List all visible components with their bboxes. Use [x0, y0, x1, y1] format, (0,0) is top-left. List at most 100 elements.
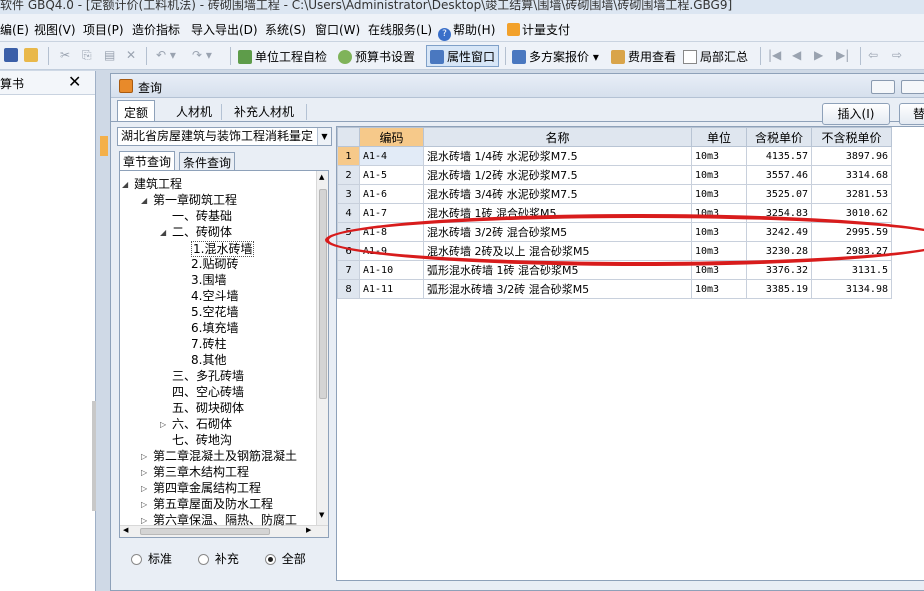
scroll-left-icon[interactable]: ◀ — [123, 526, 128, 534]
forward-icon[interactable]: ⇨ — [892, 48, 902, 64]
expand-icon[interactable]: ▷ — [141, 468, 147, 477]
maximize-button[interactable] — [901, 80, 924, 94]
multi-quote-button[interactable]: 多方案报价 ▾ — [512, 48, 599, 64]
tree-node[interactable]: 第二章混凝土及钢筋混凝土 — [153, 449, 297, 463]
tree-node[interactable]: 8.其他 — [191, 353, 226, 367]
col-notax-price[interactable]: 不含税单价 — [811, 127, 892, 147]
cell-idx: 4 — [337, 203, 360, 223]
tree-node[interactable]: 四、空心砖墙 — [172, 385, 244, 399]
expand-icon[interactable]: ▷ — [141, 452, 147, 461]
tree-node[interactable]: 二、砖砌体 — [172, 225, 232, 239]
scroll-right-icon[interactable]: ▶ — [306, 526, 311, 534]
radio-standard[interactable]: 标准 — [131, 552, 172, 566]
partial-summary-checkbox[interactable]: 局部汇总 — [683, 48, 748, 64]
tree-node[interactable]: 4.空斗墙 — [191, 289, 238, 303]
table-row[interactable]: 7 A1-10 弧形混水砖墙 1砖 混合砂浆M5 10m3 3376.32 3131.5 — [337, 260, 892, 280]
tree-node[interactable]: 5.空花墙 — [191, 305, 238, 319]
close-icon[interactable]: ✕ — [68, 72, 81, 91]
expand-icon[interactable]: ▷ — [141, 516, 147, 525]
scroll-up-icon[interactable]: ▲ — [319, 173, 324, 181]
menu-item[interactable]: 系统(S) — [265, 21, 306, 38]
main-toolbar: ✂ ⎘ ▤ ✕ ↶ ▾ ↷ ▾ 单位工程自检 预算书设置 属性窗口 多方案报价 … — [0, 42, 924, 70]
next-icon[interactable]: ▶ — [814, 48, 823, 64]
tree-node[interactable]: 建筑工程 — [134, 177, 182, 191]
menu-item[interactable]: 编(E) — [0, 21, 29, 38]
table-row[interactable]: 8 A1-11 弧形混水砖墙 3/2砖 混合砂浆M5 10m3 3385.19 3134.… — [337, 279, 892, 299]
table-row[interactable]: 3 A1-6 混水砖墙 3/4砖 水泥砂浆M7.5 10m3 3525.07 3281.5… — [337, 184, 892, 204]
collapse-icon[interactable]: ◢ — [122, 180, 128, 189]
tree-node[interactable]: 第一章砌筑工程 — [153, 193, 237, 207]
col-code[interactable]: 编码 — [359, 127, 424, 147]
tab-labor-material[interactable]: 人材机 — [170, 100, 218, 122]
delete-icon[interactable]: ✕ — [126, 48, 136, 64]
scroll-down-icon[interactable]: ▼ — [319, 511, 324, 519]
radio-supplement[interactable]: 补充 — [197, 552, 239, 566]
first-icon[interactable]: |◀ — [768, 48, 781, 64]
prev-icon[interactable]: ◀ — [792, 48, 801, 64]
tree-vertical-scrollbar[interactable]: ▲ ▼ — [316, 171, 328, 525]
tree-node[interactable]: 第五章屋面及防水工程 — [153, 497, 273, 511]
cut-icon[interactable]: ✂ — [60, 48, 70, 64]
menu-item[interactable]: 项目(P) — [83, 21, 124, 38]
menu-item[interactable]: 造价指标 — [132, 21, 180, 38]
table-row[interactable]: 1 A1-4 混水砖墙 1/4砖 水泥砂浆M7.5 10m3 4135.57 3897.9… — [337, 146, 892, 166]
replace-button[interactable]: 替 — [899, 103, 924, 125]
expand-icon[interactable]: ▷ — [141, 484, 147, 493]
table-row[interactable]: 2 A1-5 混水砖墙 1/2砖 水泥砂浆M7.5 10m3 3557.46 3314.6… — [337, 165, 892, 185]
tab-supplement[interactable]: 补充人材机 — [228, 100, 300, 122]
tab-norm[interactable]: 定额 — [117, 100, 156, 122]
cell-notax-price: 3314.68 — [811, 165, 892, 185]
checkbox-icon — [683, 50, 697, 64]
tree-node[interactable]: 七、砖地沟 — [172, 433, 232, 447]
insert-button[interactable]: 插入(I) — [822, 103, 890, 125]
col-name[interactable]: 名称 — [423, 127, 692, 147]
cell-tax-price: 3230.28 — [746, 241, 812, 261]
norm-library-select[interactable]: 湖北省房屋建筑与装饰工程消耗量定 ▼ — [117, 127, 332, 146]
last-icon[interactable]: ▶| — [836, 48, 849, 64]
save-icon[interactable] — [4, 48, 21, 64]
menu-item[interactable]: 窗口(W) — [315, 21, 360, 38]
menu-item[interactable]: 视图(V) — [34, 21, 76, 38]
tree-node[interactable]: 六、石砌体 — [172, 417, 232, 431]
tree-node[interactable]: 第四章金属结构工程 — [153, 481, 261, 495]
table-row[interactable]: 5 A1-8 混水砖墙 3/2砖 混合砂浆M5 10m3 3242.49 2995.59 — [337, 222, 892, 242]
chapter-tree: ▲ ▼ ◀ ▶ ◢ 建筑工程 ◢ 第一章砌筑工程一、砖基础 ◢ 二、砖砌体 1.混水砖墙 2.… — [119, 170, 329, 538]
collapse-icon[interactable]: ◢ — [160, 228, 166, 237]
table-row[interactable]: 4 A1-7 混水砖墙 1砖 混合砂浆M5 10m3 3254.83 3010.62 — [337, 203, 892, 223]
paste-icon[interactable]: ▤ — [104, 48, 115, 64]
tree-node[interactable]: 一、砖基础 — [172, 209, 232, 223]
expand-icon[interactable]: ▷ — [141, 500, 147, 509]
radio-all[interactable]: 全部 — [264, 552, 306, 566]
tab-chapter-query[interactable]: 章节查询 — [119, 151, 176, 170]
minimize-button[interactable] — [871, 80, 895, 94]
tree-node[interactable]: 6.填充墙 — [191, 321, 238, 335]
tree-node[interactable]: 3.围墙 — [191, 273, 226, 287]
tree-node[interactable]: 三、多孔砖墙 — [172, 369, 244, 383]
menu-help[interactable]: ? 帮助(H) — [438, 21, 495, 41]
fee-view-button[interactable]: 费用查看 — [611, 48, 676, 64]
table-row[interactable]: 6 A1-9 混水砖墙 2砖及以上 混合砂浆M5 10m3 3230.28 2983.27 — [337, 241, 892, 261]
tree-node[interactable]: 2.贴砌砖 — [191, 257, 238, 271]
self-check-button[interactable]: 单位工程自检 — [238, 48, 327, 64]
menu-pay[interactable]: 计量支付 — [507, 21, 570, 38]
expand-icon[interactable]: ▷ — [160, 420, 166, 429]
tab-condition-query[interactable]: 条件查询 — [179, 152, 236, 171]
back-icon[interactable]: ⇦ — [868, 48, 878, 64]
tree-node[interactable]: 7.砖柱 — [191, 337, 226, 351]
col-unit[interactable]: 单位 — [691, 127, 747, 147]
tree-node[interactable]: 五、砌块砌体 — [172, 401, 244, 415]
collapse-icon[interactable]: ◢ — [141, 196, 147, 205]
undo-icon[interactable]: ↶ ▾ — [156, 48, 176, 64]
copy-icon[interactable]: ⎘ — [82, 48, 92, 64]
menu-item[interactable]: 在线服务(L) — [368, 21, 432, 38]
property-window-button[interactable]: 属性窗口 — [426, 45, 500, 67]
tree-node[interactable]: 第六章保温、隔热、防腐工 — [153, 513, 297, 527]
budget-setting-button[interactable]: 预算书设置 — [338, 48, 415, 64]
open-folder-icon[interactable] — [24, 48, 41, 64]
tree-node[interactable]: 1.混水砖墙 — [191, 241, 255, 257]
menu-item[interactable]: 导入导出(D) — [191, 21, 258, 38]
col-tax-price[interactable]: 含税单价 — [746, 127, 812, 147]
redo-icon[interactable]: ↷ ▾ — [192, 48, 212, 64]
cell-name: 弧形混水砖墙 1砖 混合砂浆M5 — [423, 260, 692, 280]
tree-node[interactable]: 第三章木结构工程 — [153, 465, 249, 479]
